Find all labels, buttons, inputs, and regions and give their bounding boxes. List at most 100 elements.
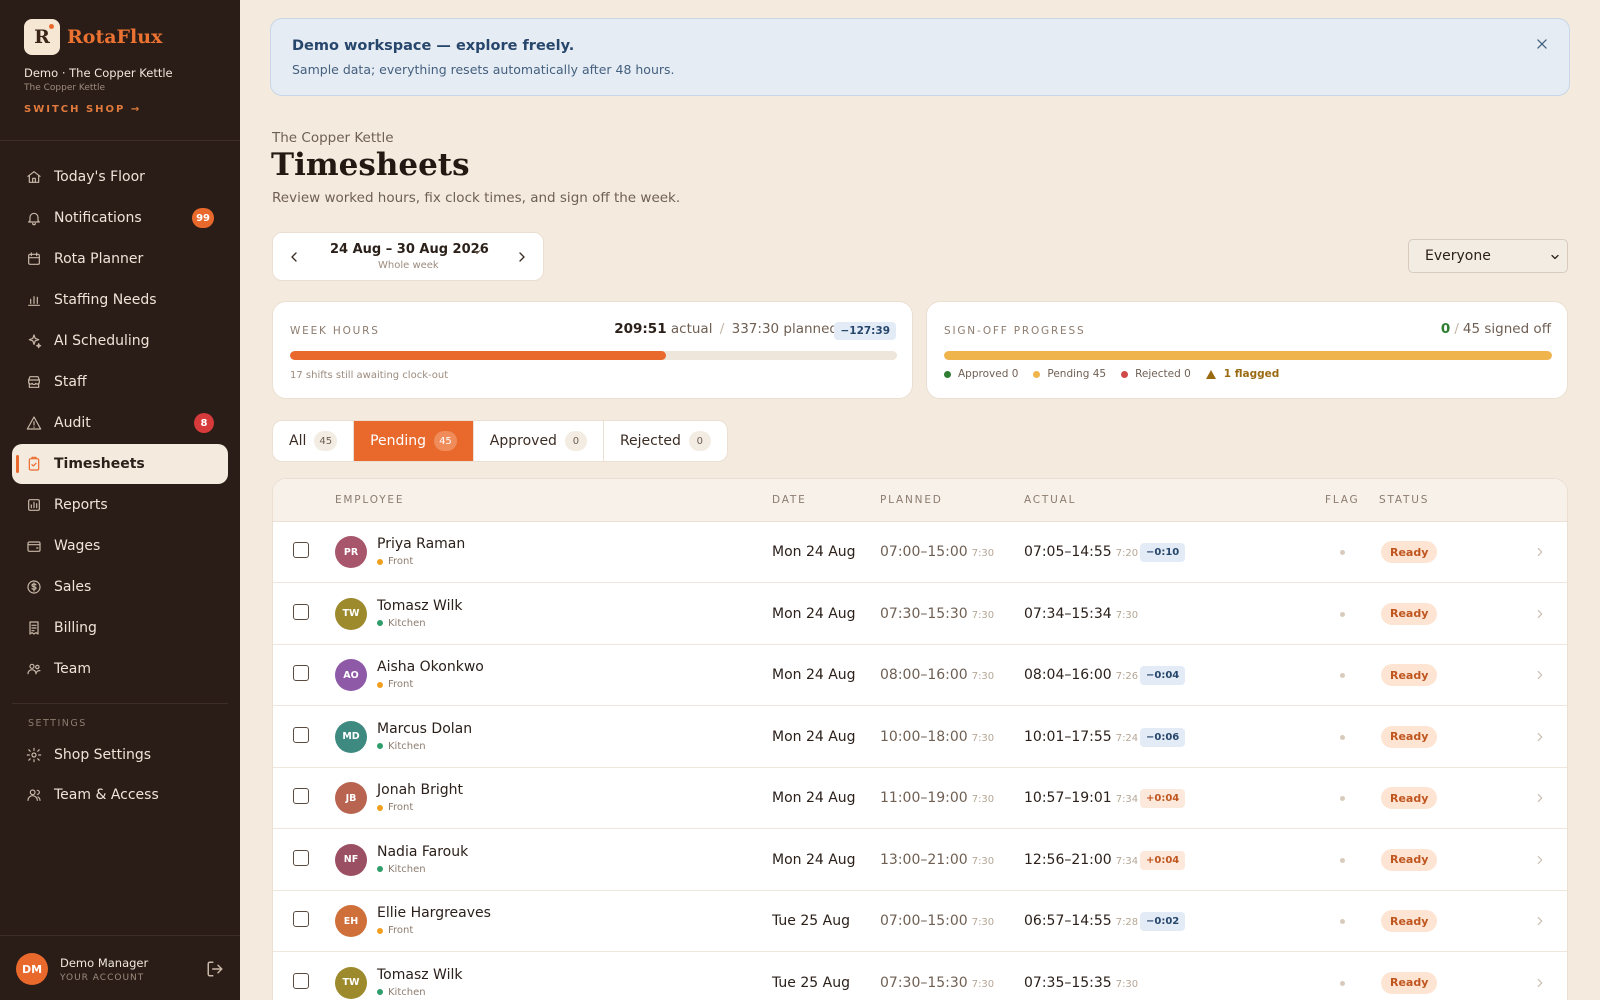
chevron-right-icon[interactable] xyxy=(1533,852,1547,868)
breadcrumb[interactable]: The Copper Kettle xyxy=(272,130,394,146)
switch-shop-link[interactable]: SWITCH SHOP → xyxy=(24,104,141,115)
hours-planned: 337:30 planned xyxy=(731,321,838,337)
col-status[interactable]: STATUS xyxy=(1379,494,1429,506)
bell-icon xyxy=(26,210,42,226)
row-checkbox[interactable] xyxy=(293,603,309,620)
chevron-right-icon[interactable] xyxy=(1533,606,1547,622)
table-row[interactable]: TW Tomasz Wilk Kitchen Tue 25 Aug 07:30–15:3… xyxy=(273,953,1567,1000)
chevron-right-icon[interactable] xyxy=(1533,975,1547,991)
actual-time[interactable]: 06:57–14:55 7:28 xyxy=(1024,913,1138,929)
actual-time[interactable]: 08:04–16:00 7:26 xyxy=(1024,667,1138,683)
planned-time: 07:30–15:30 7:30 xyxy=(880,975,994,991)
sidebar-item-reports[interactable]: Reports xyxy=(12,485,228,525)
sidebar-item-notifications[interactable]: Notifications 99 xyxy=(12,198,228,238)
sidebar-item-today-s-floor[interactable]: Today's Floor xyxy=(12,157,228,197)
flag-indicator[interactable] xyxy=(1340,673,1345,678)
week-range[interactable]: 24 Aug – 30 Aug 2026 xyxy=(330,242,489,257)
status-badge: Ready xyxy=(1381,664,1438,686)
table-row[interactable]: EH Ellie Hargreaves Front Tue 25 Aug 07:00–1… xyxy=(273,891,1567,952)
sidebar-item-shop-settings[interactable]: Shop Settings xyxy=(12,735,228,775)
receipt-icon xyxy=(26,620,42,636)
actual-time[interactable]: 07:34–15:34 7:30 xyxy=(1024,606,1138,622)
chevron-right-icon[interactable] xyxy=(1533,913,1547,929)
actual-range: 07:34–15:34 xyxy=(1024,605,1112,622)
actual-range: 07:35–15:35 xyxy=(1024,974,1112,991)
sidebar-item-staff[interactable]: Staff xyxy=(12,362,228,402)
actual-time[interactable]: 07:35–15:35 7:30 xyxy=(1024,975,1138,991)
chevron-left-icon[interactable] xyxy=(284,247,304,267)
table-row[interactable]: NF Nadia Farouk Kitchen Mon 24 Aug 13:00–21:… xyxy=(273,830,1567,891)
tab-approved[interactable]: Approved 0 xyxy=(474,421,604,461)
status-badge: Ready xyxy=(1381,787,1438,809)
sidebar-item-timesheets[interactable]: Timesheets xyxy=(12,444,228,484)
sidebar-item-billing[interactable]: Billing xyxy=(12,608,228,648)
brand[interactable]: R RotaFlux xyxy=(24,19,162,55)
actual-time[interactable]: 10:57–19:01 7:34 xyxy=(1024,790,1138,806)
flag-indicator[interactable] xyxy=(1340,857,1345,863)
employee-name: Aisha Okonkwo xyxy=(377,659,484,675)
actual-duration: 7:26 xyxy=(1115,671,1139,682)
signoff-label: SIGN-OFF PROGRESS xyxy=(944,325,1086,337)
row-checkbox[interactable] xyxy=(293,665,309,681)
flag-indicator[interactable] xyxy=(1340,550,1345,555)
chevron-right-icon[interactable] xyxy=(512,247,532,267)
chevron-right-icon[interactable] xyxy=(1533,790,1547,806)
row-checkbox[interactable] xyxy=(293,726,309,743)
flag-indicator[interactable] xyxy=(1340,980,1345,986)
employee-name: Jonah Bright xyxy=(377,782,463,798)
sidebar-item-audit[interactable]: Audit 8 xyxy=(12,403,228,443)
sidebar-item-team-access[interactable]: Team & Access xyxy=(12,775,228,815)
tab-pending[interactable]: Pending 45 xyxy=(354,421,474,461)
close-icon[interactable] xyxy=(1534,36,1550,52)
tab-label: All xyxy=(289,433,307,449)
flag-indicator[interactable] xyxy=(1340,796,1345,801)
row-checkbox[interactable] xyxy=(293,788,309,804)
shift-date: Tue 25 Aug xyxy=(772,974,850,991)
sidebar-item-team[interactable]: Team xyxy=(12,649,228,689)
sidebar-item-rota-planner[interactable]: Rota Planner xyxy=(12,239,228,279)
planned-time: 07:00–15:00 7:30 xyxy=(880,913,994,929)
table-row[interactable]: TW Tomasz Wilk Kitchen Mon 24 Aug 07:30–15:3… xyxy=(273,584,1567,645)
dept-dot xyxy=(377,804,383,811)
dollar-circle-icon xyxy=(26,579,42,595)
planned-duration: 7:30 xyxy=(971,794,995,805)
row-checkbox[interactable] xyxy=(293,542,309,558)
chevron-right-icon[interactable] xyxy=(1533,544,1547,560)
row-checkbox[interactable] xyxy=(293,972,309,989)
actual-time[interactable]: 10:01–17:55 7:24 xyxy=(1024,729,1138,745)
planned-duration: 7:30 xyxy=(971,917,995,928)
employee-filter-select[interactable]: Everyone xyxy=(1408,239,1568,273)
flag-indicator[interactable] xyxy=(1340,734,1345,740)
table-row[interactable]: MD Marcus Dolan Kitchen Mon 24 Aug 10:00–18:… xyxy=(273,707,1567,768)
shift-date: Mon 24 Aug xyxy=(772,667,856,683)
chevron-down-icon[interactable] xyxy=(471,243,483,255)
actual-range: 10:57–19:01 xyxy=(1024,790,1112,806)
sidebar-item-ai-scheduling[interactable]: AI Scheduling xyxy=(12,321,228,361)
col-planned[interactable]: PLANNED xyxy=(880,494,943,506)
actual-time[interactable]: 07:05–14:55 7:20 xyxy=(1024,544,1138,560)
tab-rejected[interactable]: Rejected 0 xyxy=(604,421,727,461)
sidebar-item-sales[interactable]: Sales xyxy=(12,567,228,607)
table-row[interactable]: PR Priya Raman Front Mon 24 Aug 07:00–15:00 7… xyxy=(273,522,1567,583)
row-checkbox[interactable] xyxy=(293,911,309,927)
table-row[interactable]: AO Aisha Okonkwo Front Mon 24 Aug 08:00–16:0… xyxy=(273,645,1567,706)
table-row[interactable]: JB Jonah Bright Front Mon 24 Aug 11:00–19:00… xyxy=(273,768,1567,829)
sidebar-item-label: Shop Settings xyxy=(54,747,152,763)
avatar[interactable]: DM xyxy=(16,953,48,985)
flag-indicator[interactable] xyxy=(1340,919,1345,924)
sidebar-item-staffing-needs[interactable]: Staffing Needs xyxy=(12,280,228,320)
sidebar-item-wages[interactable]: Wages xyxy=(12,526,228,566)
tab-all[interactable]: All 45 xyxy=(273,421,355,461)
chevron-right-icon[interactable] xyxy=(1533,729,1547,745)
col-flag[interactable]: FLAG xyxy=(1325,494,1359,506)
planned-time: 11:00–19:00 7:30 xyxy=(880,790,994,806)
logout-icon[interactable] xyxy=(206,960,224,978)
flag-indicator[interactable] xyxy=(1340,611,1345,617)
col-employee[interactable]: EMPLOYEE xyxy=(335,494,404,506)
chevron-right-icon[interactable] xyxy=(1533,667,1547,683)
row-checkbox[interactable] xyxy=(293,849,309,866)
col-date[interactable]: DATE xyxy=(772,494,807,506)
actual-time[interactable]: 12:56–21:00 7:34 xyxy=(1024,852,1138,868)
legend-item-flagged[interactable]: 1 flagged xyxy=(1205,368,1279,380)
col-actual[interactable]: ACTUAL xyxy=(1024,494,1076,506)
